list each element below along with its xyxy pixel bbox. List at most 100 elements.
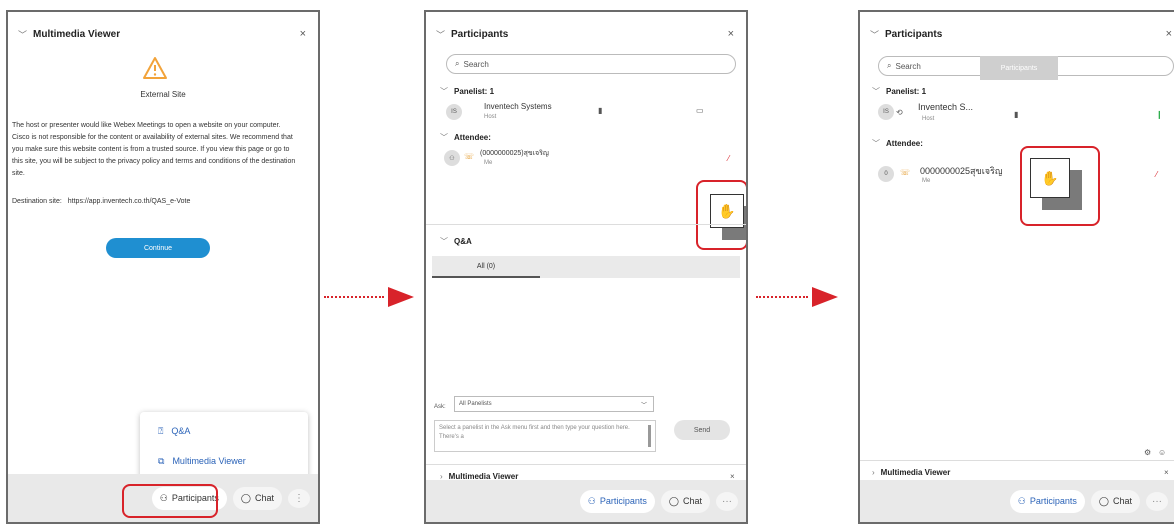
chat-button[interactable]: ◯ Chat [1090, 489, 1140, 513]
flow-arrow-2 [756, 287, 850, 307]
settings-icon[interactable]: ⚙ [1144, 448, 1151, 457]
scrollbar[interactable] [648, 425, 651, 447]
search-input[interactable]: ⌕ Search [446, 54, 736, 74]
section-label: Attendee: [886, 139, 923, 148]
question-input[interactable]: Select a panelist in the Ask menu first … [434, 420, 656, 452]
destination-url[interactable]: https://app.inventech.co.th/QAS_e-Vote [68, 198, 191, 205]
qa-tab-all[interactable]: All (0) [432, 256, 540, 278]
close-icon[interactable]: × [300, 28, 306, 40]
qa-section[interactable]: ﹀ Q&A [440, 236, 472, 247]
signal-icon: ▮ [1014, 110, 1019, 119]
panel-participants-qa: ﹀ Participants × ⌕ Search ﹀ Panelist: 1 I… [424, 10, 748, 524]
video-icon: ▭ [696, 106, 704, 115]
phone-icon: ☏ [900, 168, 911, 177]
menu-item-multimedia-viewer[interactable]: ⧉ Multimedia Viewer [158, 456, 246, 467]
participants-label: Participants [1029, 496, 1077, 506]
menu-item-label: Multimedia Viewer [172, 456, 246, 466]
chevron-down-icon[interactable]: ﹀ [870, 28, 879, 41]
person-icon: ⚇ [1017, 495, 1026, 506]
participants-button[interactable]: ⚇ Participants [579, 489, 655, 513]
divider [860, 460, 1174, 461]
menu-item-qa[interactable]: ⍰ Q&A [158, 426, 190, 437]
chevron-down-icon[interactable]: ﹀ [18, 28, 27, 41]
flow-arrow-line [756, 296, 808, 298]
chat-bubble-icon: ◯ [240, 492, 251, 503]
warning-body: The host or presenter would like Webex M… [12, 122, 296, 177]
panel-title: Participants [451, 28, 509, 40]
panel-title: Participants [885, 28, 943, 40]
close-icon[interactable]: × [1164, 468, 1169, 477]
chevron-down-icon: ﹀ [440, 87, 448, 96]
arrow-right-icon [388, 287, 414, 307]
mic-on-icon: ❙ [1156, 110, 1163, 119]
panel-participants: ﹀ Participants × ⌕ Search Participants ﹀… [858, 10, 1174, 524]
chevron-down-icon: ﹀ [440, 133, 448, 142]
reaction-icon[interactable]: ☺ [1158, 448, 1166, 457]
panelist-name: Inventech S... [918, 102, 974, 112]
signal-icon: ▮ [598, 106, 603, 115]
multimedia-viewer-header: ﹀ Multimedia Viewer × [8, 18, 318, 50]
flow-arrow-1 [324, 287, 418, 307]
chat-label: Chat [1112, 496, 1132, 506]
chevron-down-icon[interactable]: ﹀ [436, 28, 445, 41]
warning-icon [143, 57, 167, 79]
warning-title: External Site [140, 90, 186, 99]
person-icon: ⚇ [587, 495, 596, 506]
destination-row: Destination site: https://app.inventech.… [12, 198, 190, 205]
qa-tab-label: All (0) [476, 262, 496, 270]
attendee-role: Me [922, 178, 931, 184]
mic-muted-icon: ⁄ [1156, 170, 1158, 179]
divider [426, 464, 746, 465]
more-options-button[interactable]: ⋮ [288, 488, 310, 508]
avatar: ⚇ [444, 150, 460, 166]
chevron-down-icon: ﹀ [640, 402, 647, 409]
participants-header: ﹀ Participants × [426, 18, 746, 50]
more-options-button[interactable]: ··· [716, 491, 738, 511]
footer-toolbar: ⚇ Participants ◯ Chat ··· [860, 480, 1174, 522]
divider [426, 224, 746, 225]
search-icon: ⌕ [887, 61, 892, 70]
search-icon: ⌕ [455, 59, 460, 68]
chat-label: Chat [682, 496, 702, 506]
mic-muted-icon: ⁄ [728, 154, 730, 163]
ask-select[interactable]: All Panelists ﹀ [454, 396, 654, 412]
phone-icon: ☏ [464, 152, 475, 161]
attendee-section[interactable]: ﹀ Attendee: [872, 138, 923, 149]
avatar: 0 [878, 166, 894, 182]
chat-button[interactable]: ◯ Chat [660, 489, 710, 513]
panelist-role: Host [922, 116, 935, 122]
multimedia-viewer-section[interactable]: › Multimedia Viewer [872, 468, 950, 477]
close-icon[interactable]: × [728, 28, 734, 40]
avatar: IS [446, 104, 462, 120]
chevron-down-icon: ﹀ [440, 237, 448, 246]
chat-bubble-icon: ◯ [668, 495, 679, 506]
highlight-raise-hand [1020, 146, 1100, 226]
section-label: Attendee: [454, 133, 491, 142]
attendee-name: (0000000025)สุขเจริญ [480, 150, 549, 157]
destination-label: Destination site: [12, 198, 62, 205]
attendee-section[interactable]: ﹀ Attendee: [440, 132, 491, 143]
attendee-name: 0000000025สุขเจริญ [920, 166, 1003, 176]
participants-button[interactable]: ⚇ Participants [1009, 489, 1085, 513]
highlight-participants [122, 484, 218, 518]
question-placeholder: Select a panelist in the Ask menu first … [439, 425, 630, 440]
chat-button[interactable]: ◯ Chat [232, 486, 282, 510]
continue-button[interactable]: Continue [106, 238, 210, 258]
chat-bubble-icon: ◯ [1098, 495, 1109, 506]
panelist-section[interactable]: ﹀ Panelist: 1 [872, 86, 926, 97]
chevron-right-icon: › [872, 468, 875, 477]
close-icon[interactable]: × [1166, 28, 1172, 40]
panelist-section[interactable]: ﹀ Panelist: 1 [440, 86, 494, 97]
panelist-role: Host [484, 114, 497, 120]
qa-icon: ⍰ [158, 426, 164, 436]
presenter-icon: ⟲ [896, 108, 903, 117]
chevron-down-icon: ﹀ [872, 87, 880, 96]
more-options-button[interactable]: ··· [1146, 491, 1168, 511]
chat-label: Chat [254, 493, 274, 503]
send-button[interactable]: Send [674, 420, 730, 440]
panel-title: Multimedia Viewer [33, 28, 121, 40]
ask-label: Ask: [434, 404, 446, 410]
participants-tooltip: Participants [980, 56, 1058, 80]
footer-toolbar: ⚇ Participants ◯ Chat ··· [426, 480, 746, 522]
panel-multimedia-viewer: ﹀ Multimedia Viewer × External Site The … [6, 10, 320, 524]
